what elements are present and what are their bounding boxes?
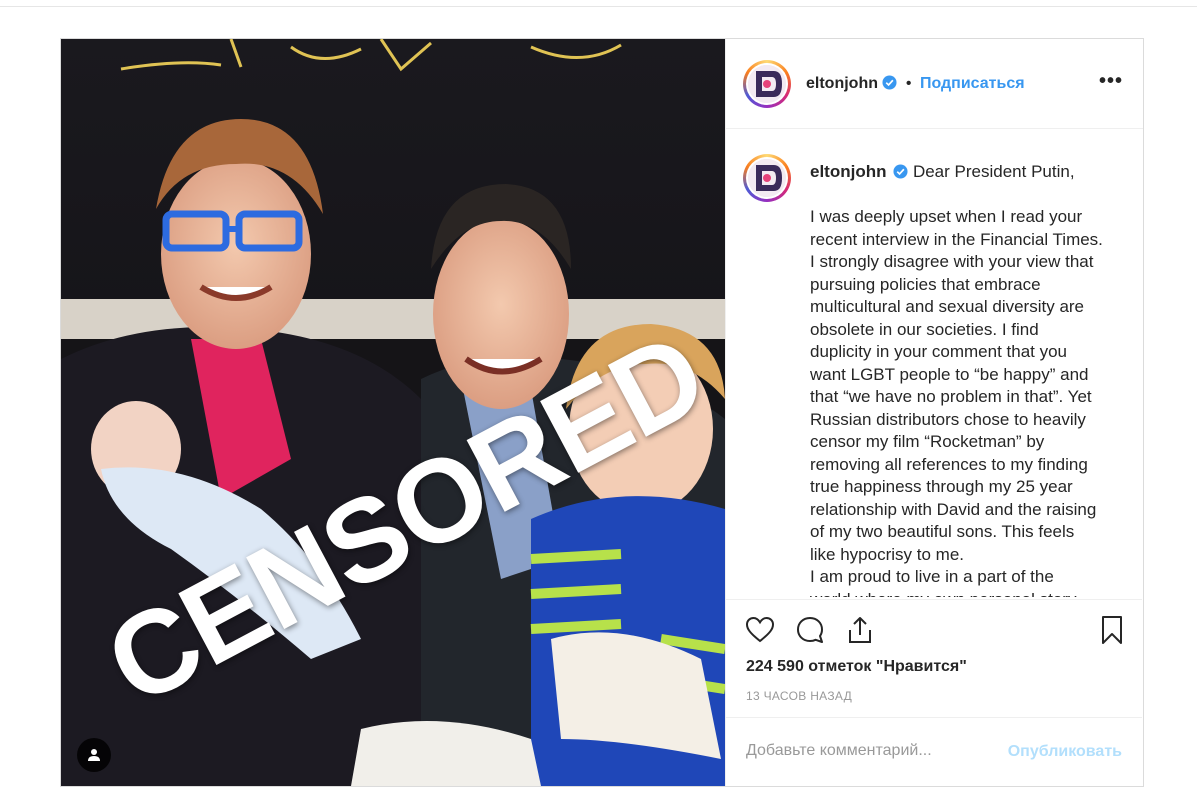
caption-text-line: of my two beautiful sons. This feels [810,522,1075,541]
separator-dot: • [905,75,912,92]
comment-bar: Опубликовать [726,717,1142,786]
avatar[interactable] [743,60,791,108]
page-top-divider [0,6,1197,7]
user-tag-button[interactable] [77,738,111,772]
caption-text-line: Dear President Putin, [912,162,1075,181]
post-side-panel: eltonjohn • Подписаться ••• eltonjohn De… [725,39,1143,786]
caption-area: eltonjohn Dear President Putin, I was de… [726,129,1142,597]
caption-first-line: eltonjohn Dear President Putin, [810,161,1120,184]
caption-text-line: multicultural and sexual diversity are [810,297,1085,316]
caption-text-line: recent interview in the Financial Times. [810,229,1103,249]
caption-text-line: pursuing policies that embrace [810,274,1041,294]
caption-username-link[interactable]: eltonjohn [810,162,886,181]
post-photo[interactable]: CENSORED [61,39,725,786]
more-options-icon[interactable]: ••• [1099,71,1123,91]
post-actions: 224 590 отметок "Нравится" 13 ЧАСОВ НАЗА… [726,599,1142,717]
share-icon[interactable] [844,614,876,646]
avatar-image [748,65,786,103]
comment-input[interactable] [746,742,986,760]
caption-text-line: I am proud to live in a part of the [810,567,1054,586]
caption-text-line: like hypocrisy to me. [810,544,964,564]
caption-text-line: removing all references to my finding [810,454,1088,474]
bookmark-icon[interactable] [1096,614,1128,646]
instagram-post: CENSORED eltonjohn • Подписаться ••• elt… [60,38,1144,787]
caption-text-line [810,184,1120,207]
caption-text-line: Russian distributors chose to heavily [810,409,1086,429]
likes-count[interactable]: 224 590 отметок "Нравится" [746,658,967,676]
caption-text-line: true happiness through my 25 year [810,477,1073,496]
caption-text-line: obsolete in our societies. I find [810,319,1039,339]
follow-button[interactable]: Подписаться [920,75,1025,92]
post-caption: eltonjohn Dear President Putin, I was de… [810,161,1120,597]
publish-button[interactable]: Опубликовать [1008,743,1122,761]
post-header: eltonjohn • Подписаться ••• [726,39,1143,129]
caption-text-line: duplicity in your comment that you [810,342,1068,361]
caption-avatar[interactable] [743,154,791,202]
heart-icon[interactable] [744,614,776,646]
caption-text-line: relationship with David and the raising [810,499,1097,519]
post-timestamp[interactable]: 13 ЧАСОВ НАЗАД [746,689,852,703]
verified-badge-icon [893,164,908,179]
caption-text-line: want LGBT people to “be happy” and [810,364,1089,384]
caption-text-line: world where my own personal story [810,589,1120,598]
caption-text-line: I was deeply upset when I read your [810,207,1083,226]
caption-text-line: I strongly disagree with your view that [810,252,1094,271]
username-link[interactable]: eltonjohn [806,75,878,92]
verified-badge-icon [882,75,897,90]
avatar-image [748,159,786,197]
header-user-row: eltonjohn • Подписаться [806,75,1025,93]
caption-text-line: that “we have no problem in that”. Yet [810,387,1092,406]
comment-icon[interactable] [794,614,826,646]
caption-text-line: censor my film “Rocketman” by [810,432,1045,451]
user-icon [88,749,100,761]
